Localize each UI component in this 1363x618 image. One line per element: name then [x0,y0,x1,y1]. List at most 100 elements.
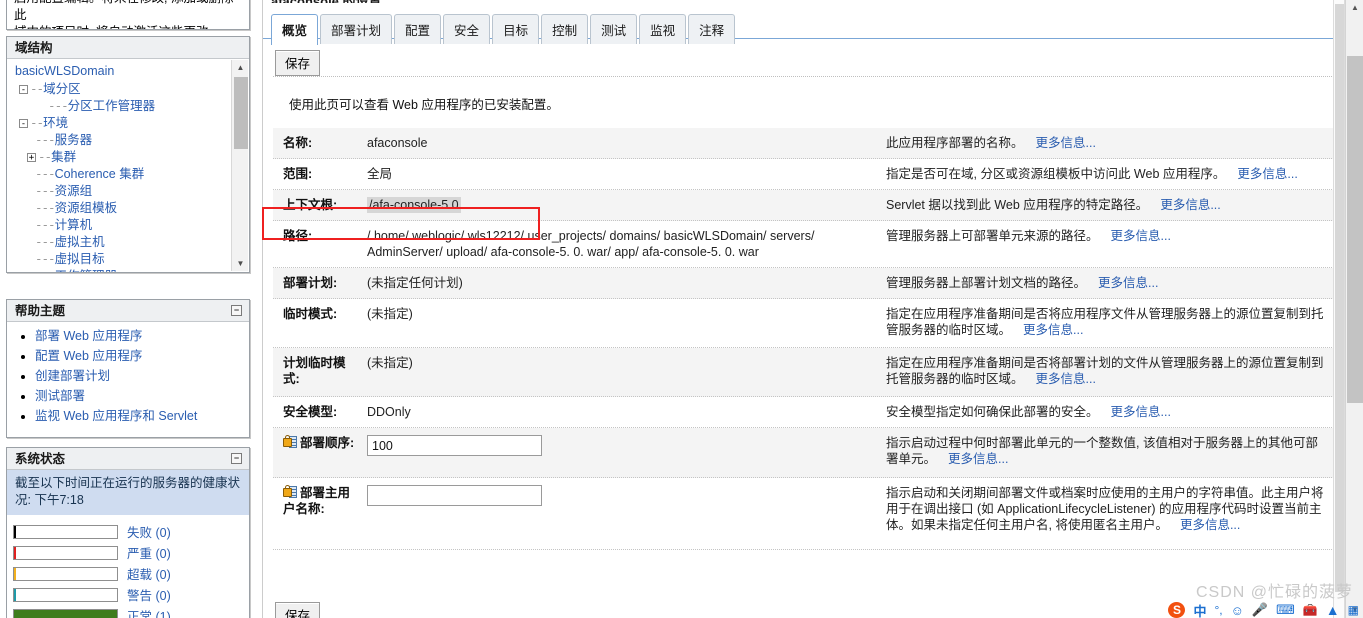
more-info-link[interactable]: 更多信息... [1023,323,1083,337]
health-bar-failed [13,524,118,539]
help-link[interactable]: 创建部署计划 [35,369,110,383]
more-info-link[interactable]: 更多信息... [948,452,1008,466]
save-button-bottom[interactable]: 保存 [275,602,321,618]
more-info-link[interactable]: 更多信息... [1098,276,1158,290]
tab-deployment-plan[interactable]: 部署计划 [320,14,393,44]
more-info-link[interactable]: 更多信息... [1160,198,1220,212]
ime-emoji-icon[interactable]: ☺ [1231,603,1244,618]
notice-line-2: 域中的项目时, 将自动激活这些更改。 [14,24,242,29]
collapse-icon[interactable]: − [231,453,242,464]
main-content: afaconsole 的设置 概览部署计划配置安全目标控制测试监视注释 保存 使… [262,0,1346,618]
tree-item-virtual-targets[interactable]: ---虚拟目标 [13,250,249,267]
tree-item-partition-work-manager[interactable]: ---分区工作管理器 [13,97,249,114]
help-link[interactable]: 监视 Web 应用程序和 Servlet [35,409,197,423]
save-button-top[interactable]: 保存 [275,50,321,76]
more-info-link[interactable]: 更多信息... [1111,229,1171,243]
tab-monitoring[interactable]: 监视 [639,14,687,44]
domain-structure-title: 域结构 [15,41,53,55]
tree-item-servers[interactable]: ---服务器 [13,131,249,148]
collapse-toggle-icon[interactable]: - [19,85,28,95]
tab-configuration[interactable]: 配置 [394,14,442,44]
health-label[interactable]: 超载 (0) [127,564,171,583]
tab-control[interactable]: 控制 [541,14,589,44]
tree-item-domain-partitions[interactable]: - --域分区 [13,80,249,97]
tree-item-machines[interactable]: ---计算机 [13,216,249,233]
table-row: 部署计划: (未指定任何计划) 管理服务器上部署计划文档的路径。 更多信息... [273,268,1336,299]
tree-label[interactable]: Coherence 集群 [55,167,145,181]
ime-toolbar[interactable]: S 中 °, ☺ 🎤 ⌨ 🧰 ▲ ▦ [1168,600,1359,618]
tree-label[interactable]: 虚拟目标 [55,252,105,266]
help-link[interactable]: 配置 Web 应用程序 [35,349,142,363]
tree-label[interactable]: 集群 [51,150,76,164]
tab-security[interactable]: 安全 [443,14,491,44]
scroll-up-icon[interactable]: ▲ [1346,0,1363,16]
expand-toggle-icon[interactable]: + [27,153,36,163]
tree-label[interactable]: 资源组模板 [55,201,118,215]
page-scroll-thumb[interactable] [1347,56,1363,403]
tree-item-clusters[interactable]: + --集群 [13,148,249,165]
list-item[interactable]: 测试部署 [35,389,243,404]
tree-label[interactable]: 资源组 [55,184,93,198]
row-description: 指定在应用程序准备期间是否将部署计划的文件从管理服务器上的源位置复制到托管服务器… [878,348,1336,396]
ime-language-mode-icon[interactable]: 中 [1193,601,1206,618]
ime-expand-icon[interactable]: ▲ [1326,602,1340,618]
row-description: 此应用程序部署的名称。 更多信息... [878,128,1336,158]
tree-label[interactable]: 计算机 [55,218,93,232]
health-label[interactable]: 正常 (1) [127,606,171,618]
tab-notes[interactable]: 注释 [688,14,736,44]
more-info-link[interactable]: 更多信息... [1111,405,1171,419]
help-link[interactable]: 测试部署 [35,389,85,403]
system-status-header: 系统状态 − [7,448,249,470]
tree-label[interactable]: 虚拟主机 [55,235,105,249]
tree-label[interactable]: 域分区 [43,82,81,96]
more-info-link[interactable]: 更多信息... [1036,136,1096,150]
row-label: 部署顺序: [273,428,361,477]
deployment-principal-name-input[interactable] [367,485,542,506]
page-scrollbar[interactable]: ▲ ▼ [1345,0,1363,618]
scroll-up-icon[interactable]: ▲ [232,60,249,75]
tree-root[interactable]: basicWLSDomain [13,63,249,80]
row-value [361,478,878,549]
row-label: 部署计划: [283,276,338,290]
inner-scroll-thumb[interactable] [1335,4,1344,592]
ime-soft-keyboard-icon[interactable]: ⌨ [1276,602,1295,618]
tab-targets[interactable]: 目标 [492,14,540,44]
help-link[interactable]: 部署 Web 应用程序 [35,329,142,343]
help-topics-panel: 帮助主题 − 部署 Web 应用程序 配置 Web 应用程序 创建部署计划 测试… [0,299,256,446]
tree-scrollbar[interactable]: ▲ ▼ [231,60,248,271]
health-label[interactable]: 失败 (0) [127,522,171,541]
tree-item-work-managers[interactable]: ---工作管理器 [13,267,249,272]
tree-scroll-thumb[interactable] [234,77,248,149]
health-label[interactable]: 警告 (0) [127,585,171,604]
list-item[interactable]: 部署 Web 应用程序 [35,329,243,344]
deployment-order-input[interactable] [367,435,542,456]
tree-label[interactable]: 服务器 [55,133,93,147]
tree-label[interactable]: 分区工作管理器 [68,99,156,113]
tree-label[interactable]: 工作管理器 [55,269,118,272]
list-item[interactable]: 监视 Web 应用程序和 Servlet [35,409,243,424]
list-item[interactable]: 配置 Web 应用程序 [35,349,243,364]
row-description: 指示启动和关闭期间部署文件或档案时应使用的主用户的字符串值。此主用户将用于在调出… [878,478,1336,549]
health-label[interactable]: 严重 (0) [127,543,171,562]
inner-frame-scrollbar[interactable] [1333,0,1345,618]
tree-item-virtual-hosts[interactable]: ---虚拟主机 [13,233,249,250]
more-info-link[interactable]: 更多信息... [1180,518,1240,532]
tree-item-environment[interactable]: - --环境 [13,114,249,131]
collapse-icon[interactable]: − [231,305,242,316]
ime-toolbox-icon[interactable]: 🧰 [1303,603,1318,617]
tree-item-resource-groups[interactable]: ---资源组 [13,182,249,199]
scroll-down-icon[interactable]: ▼ [232,256,249,271]
tab-testing[interactable]: 测试 [590,14,638,44]
ime-voice-input-icon[interactable]: 🎤 [1252,602,1268,618]
tree-item-resource-group-templates[interactable]: ---资源组模板 [13,199,249,216]
tree-item-coherence-clusters[interactable]: ---Coherence 集群 [13,165,249,182]
sogou-logo-icon[interactable]: S [1168,602,1186,618]
more-info-link[interactable]: 更多信息... [1237,167,1297,181]
more-info-link[interactable]: 更多信息... [1036,372,1096,386]
tab-overview[interactable]: 概览 [271,14,319,45]
list-item[interactable]: 创建部署计划 [35,369,243,384]
ime-menu-icon[interactable]: ▦ [1348,603,1359,617]
ime-punctuation-icon[interactable]: °, [1214,603,1222,617]
collapse-toggle-icon[interactable]: - [19,119,28,129]
tree-label[interactable]: 环境 [43,116,68,130]
